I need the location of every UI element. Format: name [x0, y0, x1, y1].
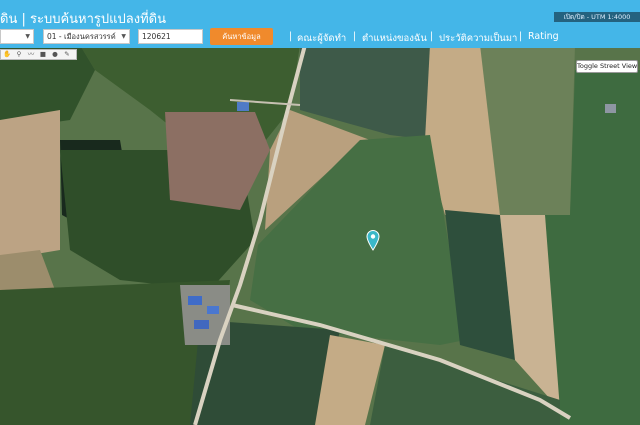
- parcel-number-input[interactable]: 120621: [138, 29, 203, 44]
- roof: [237, 102, 249, 111]
- roof: [207, 306, 219, 314]
- marker-dot: [370, 234, 376, 239]
- utm-toggle[interactable]: เปิด/ปิด - UTM 1:4000: [554, 12, 640, 22]
- satellite-map[interactable]: [0, 0, 640, 425]
- app-title: ดิน | ระบบค้นหารูปแปลงที่ดิน: [0, 12, 166, 27]
- nav-item-history[interactable]: ประวัติความเป็นมา: [439, 31, 517, 46]
- tilled-field: [0, 110, 60, 260]
- nav-item-rating[interactable]: Rating: [528, 31, 559, 42]
- nav-separator: |: [353, 31, 357, 42]
- parcel-number-value: 120621: [142, 32, 171, 41]
- drawing-toolbar: ✋ ⚲ 〰 ■ ● ✎: [0, 49, 77, 60]
- chevron-down-icon: ▼: [25, 33, 30, 40]
- amphoe-select[interactable]: 01 - เมืองนครสวรรค์ ▼: [43, 29, 130, 44]
- chevron-down-icon: ▼: [121, 33, 126, 40]
- polyline-icon[interactable]: 〰: [27, 51, 35, 58]
- street-view-toggle-button[interactable]: Toggle Street View: [576, 60, 638, 73]
- amphoe-select-value: 01 - เมืองนครสวรรค์: [47, 32, 116, 41]
- nav-separator: |: [430, 31, 434, 42]
- marker-shape: [366, 230, 380, 251]
- circle-icon[interactable]: ●: [51, 51, 59, 58]
- nav-separator: |: [519, 31, 523, 42]
- nav-separator: |: [289, 31, 293, 42]
- roof: [188, 296, 202, 305]
- marker-icon[interactable]: ⚲: [15, 51, 23, 58]
- province-select[interactable]: ▼: [0, 29, 34, 44]
- location-marker-icon[interactable]: [366, 229, 380, 251]
- rectangle-icon[interactable]: ■: [39, 51, 47, 58]
- pan-icon[interactable]: ✋: [3, 51, 11, 58]
- roof: [194, 320, 209, 329]
- edit-icon[interactable]: ✎: [63, 51, 71, 58]
- roof: [605, 104, 616, 113]
- search-button[interactable]: ค้นหาข้อมูล: [210, 28, 273, 45]
- nav-item-my-location[interactable]: ตำแหน่งของฉัน: [362, 31, 427, 46]
- nav-item-team[interactable]: คณะผู้จัดทำ: [297, 31, 346, 46]
- app-header: ดิน | ระบบค้นหารูปแปลงที่ดิน เปิด/ปิด - …: [0, 0, 640, 48]
